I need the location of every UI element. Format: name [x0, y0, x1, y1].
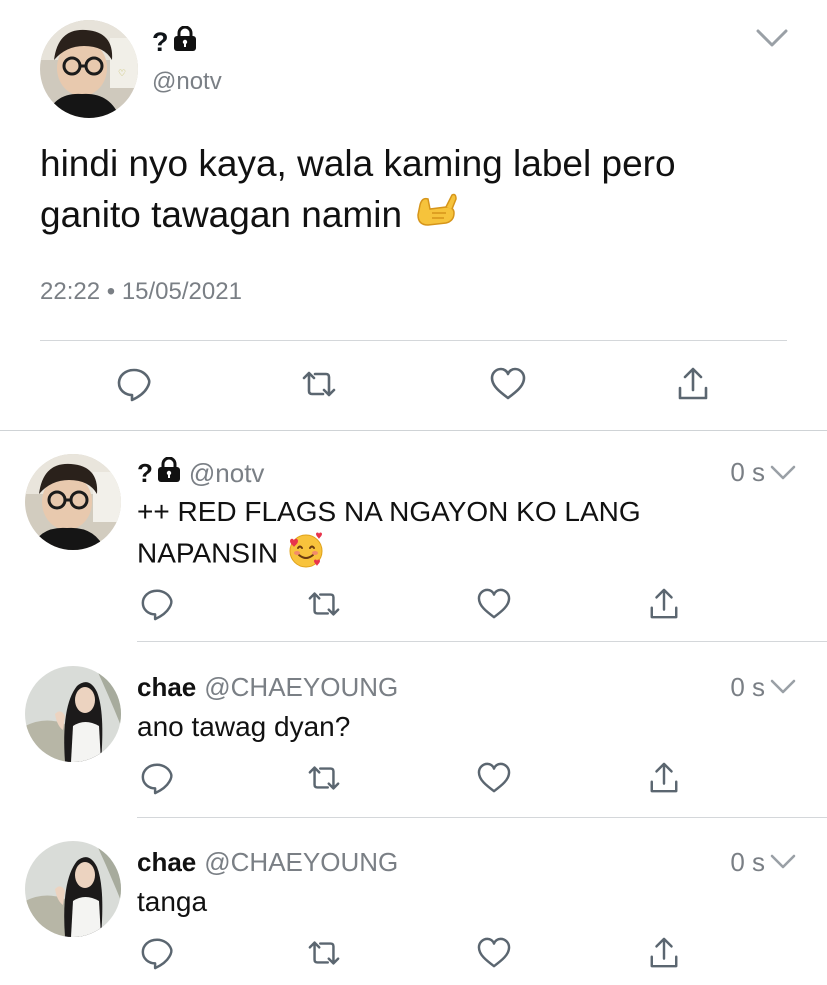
retweet-button[interactable] — [297, 362, 341, 406]
like-icon — [477, 588, 511, 619]
handle[interactable]: @CHAEYOUNG — [204, 672, 398, 703]
share-icon — [650, 937, 678, 968]
tweet-actions — [0, 756, 827, 800]
tweet-text-line: ano tawag dyan? — [137, 711, 351, 742]
display-name[interactable]: chae — [137, 847, 196, 878]
display-name-text: ? — [137, 458, 153, 488]
tweet-text-line: tanga — [137, 886, 208, 917]
tweet-text: hindi nyo kaya, wala kaming label pero g… — [40, 138, 800, 244]
tweet-thread: ♡ ? @notv hindi nyo kaya, wala kaming la… — [0, 0, 827, 985]
timestamp[interactable]: 22:22 • 15/05/2021 — [40, 278, 242, 306]
like-button[interactable] — [472, 931, 516, 975]
lock-icon — [157, 456, 181, 490]
reply-button[interactable] — [135, 756, 179, 800]
like-button[interactable] — [472, 582, 516, 626]
avatar[interactable] — [25, 454, 121, 550]
handle[interactable]: @notv — [189, 458, 265, 489]
tweet-time: 22:22 — [40, 278, 101, 305]
tweet-actions — [0, 362, 827, 408]
like-icon — [477, 762, 511, 793]
tweet-text-line: NAPANSIN — [137, 537, 279, 569]
chevron-down-icon[interactable] — [769, 852, 797, 872]
share-button[interactable] — [642, 582, 686, 626]
avatar[interactable] — [25, 841, 121, 937]
lock-icon — [173, 25, 197, 59]
like-icon — [490, 367, 526, 400]
retweet-icon — [308, 941, 340, 965]
share-button[interactable] — [642, 931, 686, 975]
avatar[interactable] — [25, 666, 121, 762]
chevron-down-icon[interactable] — [769, 677, 797, 697]
tweet-text: tanga — [137, 883, 797, 921]
separator: • — [106, 278, 116, 305]
tweet-text: ano tawag dyan? — [137, 708, 797, 746]
display-name[interactable]: chae — [137, 672, 196, 703]
retweet-icon — [308, 592, 340, 616]
share-button[interactable] — [642, 756, 686, 800]
tweet-actions — [0, 931, 827, 975]
tweet-text-line-2: ganito tawagan namin — [40, 189, 800, 244]
retweet-icon — [302, 371, 336, 397]
display-name[interactable]: ? — [137, 456, 181, 490]
share-icon — [678, 367, 708, 400]
retweet-icon — [308, 766, 340, 790]
share-button[interactable] — [671, 362, 715, 406]
reply-button[interactable] — [135, 931, 179, 975]
reply-tweet[interactable]: chae @CHAEYOUNG 0 s tanga — [0, 831, 827, 985]
retweet-button[interactable] — [302, 582, 346, 626]
divider — [137, 641, 827, 642]
share-icon — [650, 588, 678, 619]
tweet-text-line: ganito tawagan namin — [40, 194, 403, 235]
reply-header: ? @notv — [137, 456, 265, 490]
chevron-down-icon[interactable] — [769, 463, 797, 483]
share-icon — [650, 762, 678, 793]
tweet-text-line: ++ RED FLAGS NA NGAYON KO LANG — [137, 496, 641, 527]
reply-button[interactable] — [112, 362, 156, 406]
handle[interactable]: @notv — [152, 68, 222, 96]
timestamp: 0 s — [730, 847, 765, 877]
reply-header: chae @CHAEYOUNG — [137, 672, 398, 703]
timestamp: 0 s — [730, 672, 765, 702]
main-tweet: ♡ ? @notv hindi nyo kaya, wala kaming la… — [0, 0, 827, 432]
reply-button[interactable] — [135, 582, 179, 626]
divider — [40, 340, 787, 341]
reply-header: chae @CHAEYOUNG — [137, 847, 398, 878]
tweet-text: ++ RED FLAGS NA NGAYON KO LANG NAPANSIN — [137, 493, 797, 579]
smiling-face-with-hearts-emoji — [286, 531, 326, 579]
timestamp: 0 s — [730, 457, 765, 487]
tweet-actions — [0, 582, 827, 626]
retweet-button[interactable] — [302, 931, 346, 975]
reply-icon — [117, 368, 151, 402]
reply-icon — [141, 589, 173, 621]
chevron-down-icon[interactable] — [755, 26, 789, 50]
reply-tweet[interactable]: chae @CHAEYOUNG 0 s ano tawag dyan? — [0, 656, 827, 818]
reply-tweet[interactable]: ? @notv 0 s ++ RED FLAGS NA NGAYON KO LA… — [0, 440, 827, 642]
handle[interactable]: @CHAEYOUNG — [204, 847, 398, 878]
reply-icon — [141, 763, 173, 795]
like-button[interactable] — [486, 362, 530, 406]
avatar[interactable]: ♡ — [40, 20, 138, 118]
display-name-text: ? — [152, 27, 169, 57]
tweet-text-line: hindi nyo kaya, wala kaming label pero — [40, 143, 676, 184]
call-me-hand-emoji — [412, 191, 458, 244]
display-name[interactable]: ? — [152, 25, 197, 59]
like-button[interactable] — [472, 756, 516, 800]
divider — [137, 817, 827, 818]
reply-icon — [141, 938, 173, 970]
svg-text:♡: ♡ — [118, 69, 126, 79]
retweet-button[interactable] — [302, 756, 346, 800]
divider — [0, 430, 827, 431]
like-icon — [477, 937, 511, 968]
tweet-date: 15/05/2021 — [121, 278, 242, 305]
tweet-text-line-2: NAPANSIN — [137, 531, 797, 579]
